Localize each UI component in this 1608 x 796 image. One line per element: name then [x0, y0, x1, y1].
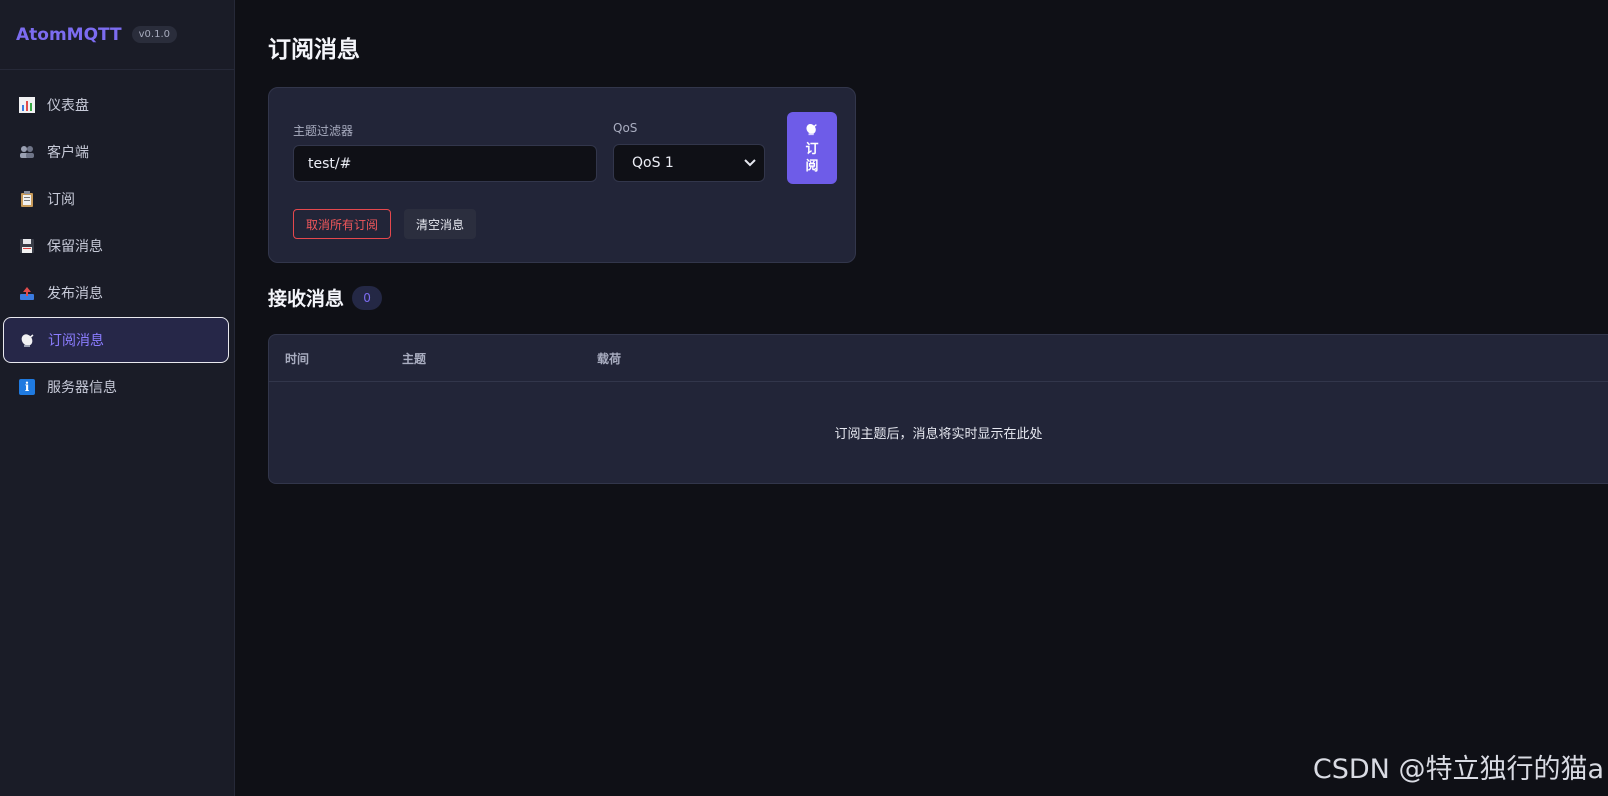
sidebar-item-publish[interactable]: 发布消息: [3, 270, 229, 316]
satellite-dish-icon: [805, 122, 819, 141]
sidebar-item-subscriptions[interactable]: 订阅: [3, 176, 229, 222]
column-header-payload: 载荷: [597, 352, 622, 366]
app-name[interactable]: AtomMQTT: [16, 25, 122, 45]
watermark: CSDN @特立独行的猫a: [1312, 754, 1604, 785]
message-count-badge: 0: [352, 285, 383, 310]
column-header-time: 时间: [285, 352, 310, 366]
received-messages-header: 接收消息 0: [268, 284, 383, 311]
empty-state-text: 订阅主题后，消息将实时显示在此处: [834, 426, 1043, 442]
sidebar-item-dashboard[interactable]: 仪表盘: [3, 82, 229, 128]
sidebar-item-server-info[interactable]: i 服务器信息: [3, 364, 229, 410]
main-content: 订阅消息 主题过滤器 test/# QoS QoS 1 订 阅 取消所有订阅 清…: [235, 0, 1608, 796]
subscribe-button-label-line1: 订: [805, 141, 819, 157]
sidebar-item-subscribe-messages[interactable]: 订阅消息: [3, 317, 229, 363]
qos-label: QoS: [613, 121, 638, 135]
satellite-dish-icon: [20, 332, 36, 348]
users-icon: [19, 144, 35, 160]
floppy-disk-icon: [19, 238, 35, 254]
subscribe-button[interactable]: 订 阅: [787, 112, 837, 184]
sidebar-item-label: 订阅消息: [48, 333, 104, 349]
unsubscribe-all-button[interactable]: 取消所有订阅: [293, 209, 392, 239]
subscribe-button-label-line2: 阅: [805, 158, 819, 174]
sidebar-item-label: 仪表盘: [47, 98, 89, 114]
clear-messages-button[interactable]: 清空消息: [404, 209, 477, 239]
received-messages-title: 接收消息: [268, 288, 345, 310]
version-badge: v0.1.0: [131, 26, 178, 43]
sidebar-item-retained[interactable]: 保留消息: [3, 223, 229, 269]
chevron-down-icon: [744, 156, 756, 170]
sidebar-item-label: 发布消息: [47, 286, 103, 302]
table-header: 时间 主题 载荷: [269, 335, 1608, 382]
sidebar-item-label: 客户端: [47, 145, 89, 161]
sidebar-item-label: 保留消息: [47, 239, 103, 255]
qos-select[interactable]: QoS 1: [613, 144, 765, 182]
brand: AtomMQTT v0.1.0: [0, 0, 234, 70]
column-header-topic: 主题: [402, 352, 427, 366]
sidebar-nav: 仪表盘 客户端 订阅 保留消息 发布消息 订阅消息 i 服务器信息: [0, 70, 234, 410]
sidebar: AtomMQTT v0.1.0 仪表盘 客户端 订阅 保留消息 发布消息 订阅消…: [0, 0, 235, 796]
info-icon: i: [19, 379, 35, 395]
messages-table: 时间 主题 载荷 订阅主题后，消息将实时显示在此处: [268, 334, 1608, 484]
qos-selected-value: QoS 1: [632, 155, 674, 171]
outbox-tray-icon: [19, 285, 35, 301]
topic-filter-input[interactable]: test/#: [293, 145, 597, 182]
sidebar-item-label: 订阅: [47, 192, 75, 208]
clipboard-icon: [19, 191, 35, 207]
topic-filter-label: 主题过滤器: [293, 124, 354, 138]
bar-chart-icon: [19, 97, 35, 113]
sidebar-item-clients[interactable]: 客户端: [3, 129, 229, 175]
page-title: 订阅消息: [268, 37, 360, 63]
subscribe-form-card: 主题过滤器 test/# QoS QoS 1 订 阅 取消所有订阅 清空消息: [268, 87, 856, 263]
sidebar-item-label: 服务器信息: [47, 380, 117, 396]
